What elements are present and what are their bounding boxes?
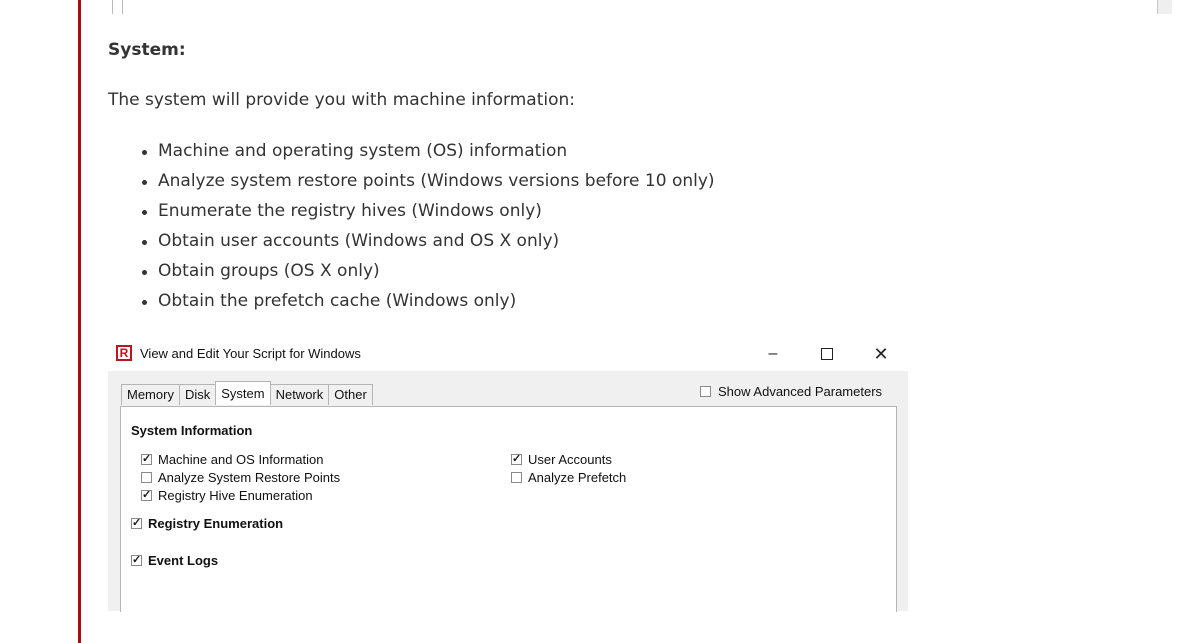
show-advanced-label: Show Advanced Parameters <box>718 384 883 399</box>
registry-enumeration-checkbox[interactable]: Registry Enumeration <box>131 516 283 531</box>
scroll-edge-right <box>1157 0 1172 14</box>
app-logo-icon: R <box>116 345 132 361</box>
option-label: Registry Enumeration <box>148 516 284 531</box>
system-tab-panel: System Information Machine and OS Inform… <box>120 406 897 612</box>
list-item: Machine and operating system (OS) inform… <box>138 140 715 170</box>
checkbox-icon[interactable] <box>131 553 142 566</box>
list-item: Enumerate the registry hives (Windows on… <box>138 200 715 230</box>
checkbox-icon[interactable] <box>511 452 522 465</box>
user-accounts-checkbox[interactable]: User Accounts <box>511 452 612 467</box>
group-title: System Information <box>131 423 253 438</box>
minimize-button[interactable]: – <box>755 340 791 368</box>
tab-system[interactable]: System <box>215 381 271 405</box>
list-item: Obtain groups (OS X only) <box>138 260 715 290</box>
system-restore-points-checkbox[interactable]: Analyze System Restore Points <box>141 470 340 485</box>
event-logs-checkbox[interactable]: Event Logs <box>131 553 218 568</box>
option-label: Registry Hive Enumeration <box>158 488 313 503</box>
feature-list: Machine and operating system (OS) inform… <box>138 140 715 320</box>
checkbox-icon[interactable] <box>141 472 152 483</box>
option-label: Event Logs <box>148 553 219 568</box>
option-label: User Accounts <box>528 452 612 467</box>
checkbox-icon[interactable] <box>700 386 711 397</box>
list-item: Obtain the prefetch cache (Windows only) <box>138 290 715 320</box>
list-item: Analyze system restore points (Windows v… <box>138 170 715 200</box>
maximize-button[interactable] <box>809 340 845 368</box>
script-editor-dialog: R View and Edit Your Script for Windows … <box>108 336 908 612</box>
tab-network[interactable]: Network <box>269 384 330 405</box>
analyze-prefetch-checkbox[interactable]: Analyze Prefetch <box>511 470 626 485</box>
maximize-icon <box>821 347 833 360</box>
section-title: System: <box>108 40 186 60</box>
checkbox-icon[interactable] <box>141 452 152 465</box>
option-label: Machine and OS Information <box>158 452 324 467</box>
checkbox-icon[interactable] <box>511 472 522 483</box>
dialog-titlebar[interactable]: R View and Edit Your Script for Windows … <box>108 336 908 371</box>
list-item: Obtain user accounts (Windows and OS X o… <box>138 230 715 260</box>
dialog-title: View and Edit Your Script for Windows <box>140 346 361 361</box>
tab-memory[interactable]: Memory <box>121 384 180 405</box>
option-label: Analyze System Restore Points <box>158 470 341 485</box>
option-label: Analyze Prefetch <box>528 470 627 485</box>
intro-text: The system will provide you with machine… <box>108 90 576 110</box>
scroll-edge-left <box>112 0 123 14</box>
tab-other[interactable]: Other <box>328 384 373 405</box>
show-advanced-checkbox[interactable]: Show Advanced Parameters <box>700 384 882 399</box>
registry-hive-enum-checkbox[interactable]: Registry Hive Enumeration <box>141 488 313 503</box>
tab-bar: Memory Disk System Network Other <box>121 381 373 406</box>
checkbox-icon[interactable] <box>141 488 152 501</box>
checkbox-icon[interactable] <box>131 516 142 529</box>
machine-os-info-checkbox[interactable]: Machine and OS Information <box>141 452 323 467</box>
close-button[interactable]: ✕ <box>863 340 899 368</box>
article-accent-bar <box>78 0 81 643</box>
tab-disk[interactable]: Disk <box>178 384 217 405</box>
